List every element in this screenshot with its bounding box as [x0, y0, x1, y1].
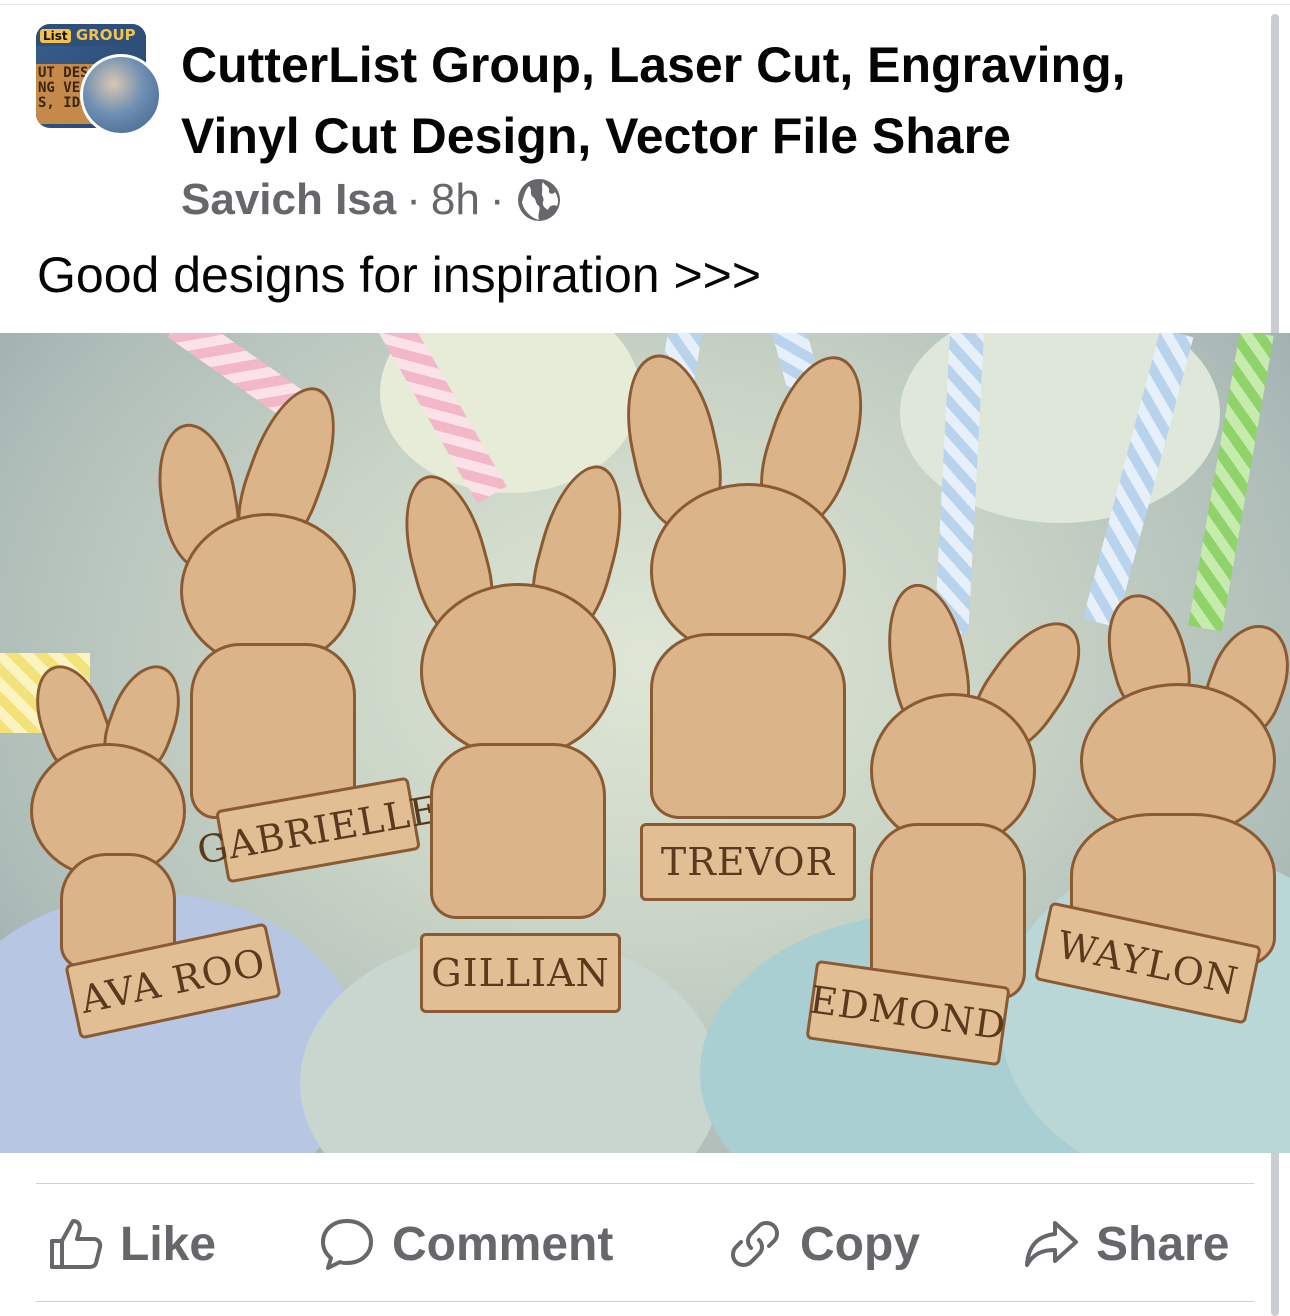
comment-label: Comment: [392, 1217, 614, 1271]
ornament-gabrielle: GABRIELLE: [130, 375, 442, 903]
avatar-band-left-text: List: [40, 29, 71, 43]
copy-button[interactable]: Copy: [726, 1190, 920, 1298]
thumbs-up-icon: [50, 1219, 103, 1269]
post-actions-bar: Like Comment Copy Share: [36, 1190, 1254, 1298]
actions-divider-bottom: [36, 1301, 1254, 1302]
share-label: Share: [1096, 1217, 1230, 1271]
avatar-band-right-text: GROUP: [75, 26, 136, 44]
ornament-waylon: WAYLON: [1020, 585, 1290, 1053]
comment-bubble-icon: [321, 1219, 373, 1270]
post-photo[interactable]: AVA ROO GABRIELLE GILLIAN TREVOR EDMOND: [0, 333, 1290, 1153]
name-plaque: GILLIAN: [420, 933, 621, 1013]
post-text: Good designs for inspiration >>>: [37, 247, 762, 303]
post-meta: Savich Isa · 8h ·: [181, 172, 563, 228]
like-label: Like: [120, 1217, 217, 1271]
bunny-head: [420, 583, 616, 759]
author-name[interactable]: Savich Isa: [181, 175, 396, 225]
share-arrow-icon: [1025, 1221, 1078, 1267]
share-button[interactable]: Share: [1022, 1190, 1229, 1298]
comment-button[interactable]: Comment: [318, 1190, 613, 1298]
post-time[interactable]: 8h: [431, 175, 480, 225]
author-avatar[interactable]: [80, 54, 162, 136]
ornament-gillian: GILLIAN: [389, 456, 638, 1023]
copy-label: Copy: [800, 1217, 920, 1271]
actions-divider-top: [36, 1183, 1254, 1184]
meta-separator: ·: [489, 175, 505, 224]
globe-icon[interactable]: [515, 176, 563, 224]
bunny-body: [430, 743, 606, 919]
top-divider: [0, 4, 1290, 5]
group-title[interactable]: CutterList Group, Laser Cut, Engraving, …: [181, 30, 1251, 172]
link-icon: [731, 1221, 779, 1267]
group-avatar[interactable]: List GROUP UT DESI NG VEC S, IDEAS: [36, 24, 162, 136]
avatar-band: List GROUP: [36, 24, 146, 46]
meta-separator: ·: [406, 175, 421, 224]
like-button[interactable]: Like: [46, 1190, 216, 1298]
